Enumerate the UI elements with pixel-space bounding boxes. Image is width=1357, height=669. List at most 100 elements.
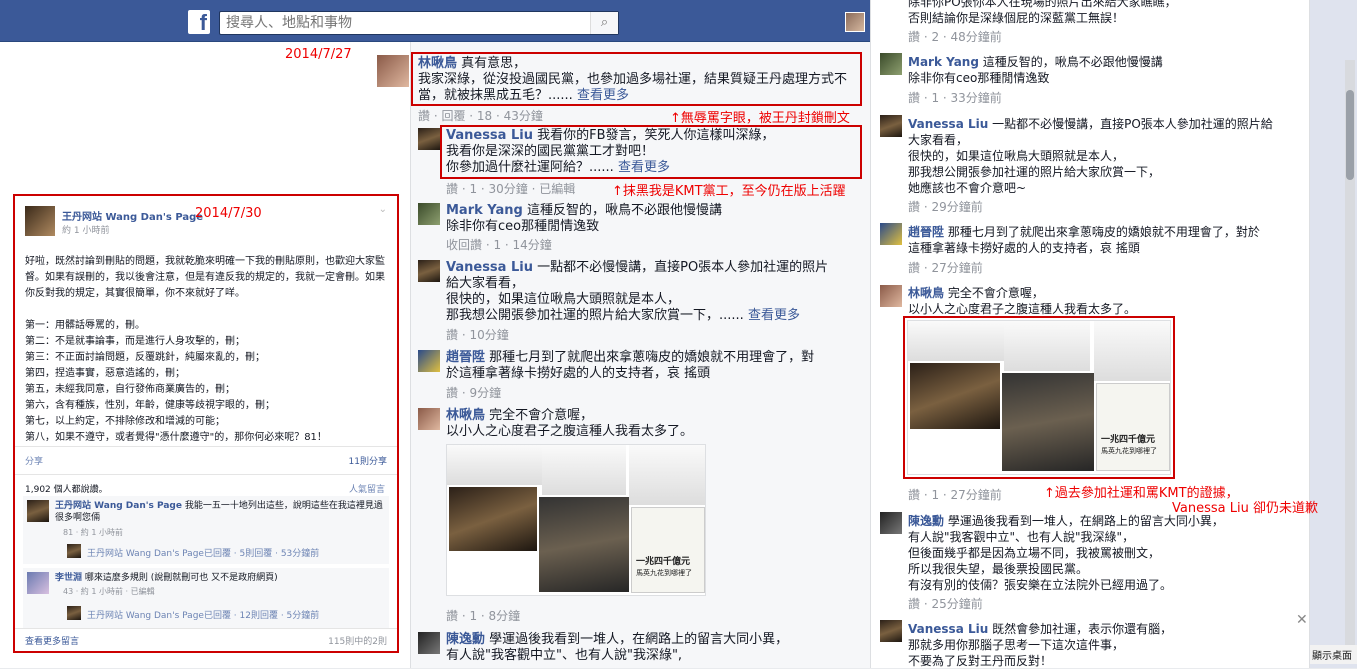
comment-text: Mark Yang 這種反智的，啾鳥不必跟他慢慢講 除非你有ceo那種閒情逸致: [908, 54, 1308, 86]
photo-tile: [539, 497, 629, 592]
attached-photo[interactable]: 一兆四千億元 馬英九花到哪裡了: [907, 320, 1171, 475]
comment-line: 學運過後我看到一堆人，在網路上的留言大同小異，: [489, 632, 789, 647]
comment-meta[interactable]: 讚 · 1 · 33分鐘前: [908, 89, 1002, 106]
avatar[interactable]: [418, 350, 440, 372]
avatar[interactable]: [418, 408, 440, 430]
comment-line: 否則結論你是深綠個屁的深藍黨工無誤！: [908, 11, 1125, 25]
avatar[interactable]: [880, 115, 902, 137]
date-label-2: 2014/7/30: [195, 206, 262, 221]
comment-author[interactable]: 林啾鳥: [446, 408, 485, 423]
photo-tile: [908, 321, 1004, 361]
comment-meta[interactable]: 讚 · 25分鐘前: [908, 595, 983, 612]
comment-author[interactable]: Mark Yang: [446, 203, 523, 218]
comment-meta[interactable]: 讚 · 1 · 8分鐘: [446, 607, 520, 624]
comment-author[interactable]: 陳逸勳: [446, 632, 485, 647]
scrollbar-thumb[interactable]: [1346, 90, 1354, 180]
comment-line: 於這種拿著綠卡撈好處的人的支持者，哀 搖頭: [446, 366, 711, 381]
comment-author[interactable]: Vanessa Liu: [908, 622, 988, 636]
avatar[interactable]: [880, 512, 902, 534]
comment-line: 那種七月到了就爬出來拿蔥嗨皮的嬌娘就不用理會了，對: [489, 350, 815, 365]
post-time[interactable]: 約 1 小時前: [62, 223, 109, 236]
comment-author[interactable]: Mark Yang: [908, 55, 979, 69]
comment-line: 不要為了反對王丹而反對！: [908, 654, 1053, 668]
like-count[interactable]: 1,902 個人都說讚。: [25, 482, 108, 495]
comment-line: 那就多用你那腦子思考一下這次這件事，: [908, 638, 1125, 652]
avatar[interactable]: [67, 606, 81, 620]
comment-meta[interactable]: 讚 · 1 · 27分鐘前: [908, 486, 1002, 503]
search-input[interactable]: [226, 14, 586, 32]
reply-summary[interactable]: 王丹网站 Wang Dan's Page已回覆 · 12則回覆 · 5分鐘前: [87, 608, 319, 621]
poster-text: 馬英九花到哪裡了: [636, 569, 692, 577]
comment-text: 趙晉陞 那種七月到了就爬出來拿蔥嗨皮的嬌娘就不用理會了，對於 這種拿著綠卡撈好處…: [908, 224, 1308, 256]
share-count[interactable]: 11則分享: [349, 454, 387, 467]
poster-text: 一兆四千億元: [636, 557, 691, 567]
comment-line: 那我想公開張參加社運的照片給大家欣賞一下，......: [446, 308, 744, 323]
poster-text: 馬英九花到哪裡了: [1101, 447, 1157, 455]
comment-author[interactable]: 趙晉陞: [908, 225, 944, 239]
share-link[interactable]: 分享: [25, 454, 43, 467]
comment-author[interactable]: 李世淵: [55, 573, 82, 583]
avatar[interactable]: [845, 12, 865, 32]
avatar[interactable]: [27, 500, 49, 522]
avatar[interactable]: [67, 544, 81, 558]
comment-line: 完全不會介意喔，: [489, 408, 594, 423]
facebook-logo[interactable]: f: [188, 10, 210, 35]
avatar[interactable]: [880, 285, 902, 307]
comment-author[interactable]: Vanessa Liu: [446, 260, 533, 275]
post-body: 好啦，既然討論到刪貼的問題，我就乾脆來明確一下我的刪貼原則，也歡迎大家監督。如果…: [25, 256, 385, 443]
photo-tile: [449, 487, 537, 551]
wangdan-post-screenshot: 王丹网站 Wang Dan's Page 2014/7/30 約 1 小時前 ⌄…: [13, 194, 399, 653]
photo-tile: [1094, 321, 1170, 381]
avatar[interactable]: [418, 260, 440, 282]
comment-text: 林啾鳥 完全不會介意喔， 以小人之心度君子之腹這種人我看太多了。: [908, 285, 1308, 317]
view-more-comments-link[interactable]: 查看更多留言: [25, 634, 79, 647]
annotation: ↑無辱罵字眼，被王丹封鎖刪文: [670, 111, 850, 126]
reply-summary[interactable]: 王丹网站 Wang Dan's Page已回覆 · 5則回覆 · 53分鐘前: [87, 546, 319, 559]
comment-meta[interactable]: 讚 · 回覆 · 18 · 43分鐘: [418, 107, 543, 124]
avatar[interactable]: [880, 53, 902, 75]
comment-line: 以小人之心度君子之腹這種人我看太多了。: [908, 302, 1137, 316]
comment-author[interactable]: 趙晉陞: [446, 350, 485, 365]
comment-meta: 81 · 約 1 小時前: [63, 528, 123, 537]
avatar[interactable]: [880, 620, 902, 642]
comment-text: Mark Yang 這種反智的，啾鳥不必跟他慢慢講 除非你有ceo那種閒情逸致: [446, 203, 866, 235]
comment-meta[interactable]: 讚 · 1 · 30分鐘 · 已編輯: [446, 180, 575, 197]
comment-line: 給大家看看，: [446, 276, 525, 291]
avatar[interactable]: [418, 128, 440, 150]
comment-line: 這種反智的，啾鳥不必跟他慢慢講: [527, 203, 723, 218]
comment-line: 但後面幾乎都是因為立場不同，我被罵被刪文，: [908, 546, 1161, 560]
comment-author[interactable]: 陳逸勳: [908, 514, 944, 528]
comment-meta[interactable]: 收回讚 · 1 · 14分鐘: [446, 236, 552, 253]
show-desktop-button[interactable]: 顯示桌面: [1310, 645, 1357, 664]
comment-item: 王丹网站 Wang Dan's Page 我能一五一十地列出這些，說明這些在我這…: [23, 496, 389, 564]
comment-line: 很快的，如果這位啾鳥大頭照就是本人，: [908, 149, 1125, 163]
see-more-link[interactable]: 查看更多: [748, 308, 800, 323]
comment-author[interactable]: 王丹网站 Wang Dan's Page: [55, 501, 182, 511]
comment-meta[interactable]: 讚 · 27分鐘前: [908, 259, 983, 276]
comment-author[interactable]: 林啾鳥: [908, 286, 944, 300]
comment-meta[interactable]: 讚 · 9分鐘: [446, 384, 501, 401]
comment-sort[interactable]: 人氣留言: [349, 482, 385, 495]
wangdan-avatar[interactable]: [25, 206, 55, 236]
comment-meta[interactable]: 讚 · 2 · 48分鐘前: [908, 28, 1002, 45]
comment-line: 學運過後我看到一堆人，在網路上的留言大同小異，: [947, 514, 1224, 528]
comment-line: 完全不會介意喔，: [947, 286, 1044, 300]
comment-author[interactable]: Vanessa Liu: [908, 117, 988, 131]
comment-meta[interactable]: 讚 · 29分鐘前: [908, 198, 983, 215]
comment-meta[interactable]: 讚 · 10分鐘: [446, 326, 509, 343]
avatar[interactable]: [27, 572, 49, 594]
close-icon[interactable]: ✕: [1296, 612, 1308, 628]
date-label-1: 2014/7/27: [285, 47, 352, 62]
chevron-down-icon[interactable]: ⌄: [379, 204, 387, 215]
avatar[interactable]: [880, 223, 902, 245]
attached-photo[interactable]: 一兆四千億元 馬英九花到哪裡了: [446, 444, 706, 596]
comment-line: 那我想公開張參加社運的照片給大家欣賞一下，: [908, 165, 1161, 179]
avatar[interactable]: [377, 55, 409, 87]
search-box[interactable]: ⌕: [219, 11, 619, 35]
comment-line: 那種七月到了就爬出來拿蔥嗨皮的嬌娘就不用理會了，對於: [947, 225, 1260, 239]
avatar[interactable]: [418, 203, 440, 225]
search-icon[interactable]: ⌕: [590, 12, 618, 34]
avatar[interactable]: [418, 632, 440, 654]
comment-text: 除非你PO張你本人在現場的照片出來給大家瞧瞧， 否則結論你是深綠個屁的深藍黨工無…: [908, 0, 1308, 26]
post-author[interactable]: 王丹网站 Wang Dan's Page: [62, 208, 203, 223]
